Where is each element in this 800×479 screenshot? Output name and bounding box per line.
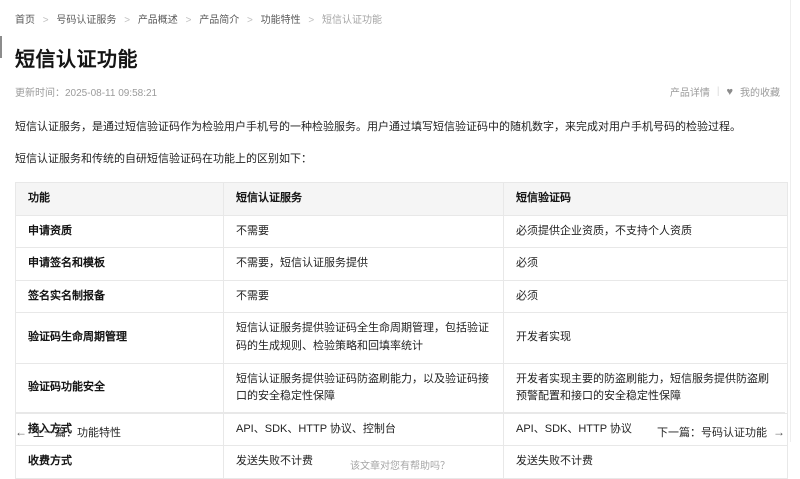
table-header-sms-verification-code: 短信验证码: [504, 183, 788, 216]
table-cell: 短信认证服务提供验证码全生命周期管理，包括验证码的生成规则、检验策略和回填率统计: [224, 313, 504, 363]
breadcrumb: 首页 > 号码认证服务 > 产品概述 > 产品简介 > 功能特性 > 短信认证功…: [15, 8, 785, 26]
product-details-link[interactable]: 产品详情: [670, 84, 710, 99]
table-cell: 短信认证服务提供验证码防盗刷能力，以及验证码接口的安全稳定性保障: [224, 363, 504, 413]
table-row: 申请资质 不需要 必须提供企业资质，不支持个人资质: [16, 215, 788, 248]
table-cell: 验证码功能安全: [16, 363, 224, 413]
feedback-question: 该文章对您有帮助吗？: [15, 457, 785, 472]
next-article-label: 下一篇：号码认证功能: [657, 424, 767, 440]
table-cell: 验证码生命周期管理: [16, 313, 224, 363]
meta-divider: |: [717, 86, 720, 97]
breadcrumb-item-product-overview[interactable]: 产品概述: [138, 15, 178, 26]
table-cell: 必须: [504, 280, 788, 313]
table-header-row: 功能 短信认证服务 短信验证码: [16, 183, 788, 216]
breadcrumb-item-number-auth-service[interactable]: 号码认证服务: [56, 15, 116, 26]
doc-page: 首页 > 号码认证服务 > 产品概述 > 产品简介 > 功能特性 > 短信认证功…: [0, 0, 800, 468]
left-edge-mark: [0, 36, 2, 58]
content-right-divider: [790, 0, 791, 442]
table-cell: 开发者实现主要的防盗刷能力，短信服务提供防盗刷预警配置和接口的安全稳定性保障: [504, 363, 788, 413]
table-cell: 必须: [504, 248, 788, 281]
table-cell: 必须提供企业资质，不支持个人资质: [504, 215, 788, 248]
left-arrow-icon: ←: [15, 425, 27, 439]
updated-time: 更新时间：2025-08-11 09:58:21: [15, 84, 157, 99]
breadcrumb-item-current: 短信认证功能: [322, 15, 382, 26]
table-cell: 不需要，短信认证服务提供: [224, 248, 504, 281]
table-cell: 签名实名制报备: [16, 280, 224, 313]
prev-article-link[interactable]: ← 上一篇：功能特性: [15, 424, 121, 440]
breadcrumb-separator: >: [308, 15, 314, 26]
table-header-sms-auth-service: 短信认证服务: [224, 183, 504, 216]
prev-article-label: 上一篇：功能特性: [33, 424, 121, 440]
breadcrumb-item-home[interactable]: 首页: [15, 15, 35, 26]
favorite-link[interactable]: 我的收藏: [740, 84, 780, 99]
table-row: 签名实名制报备 不需要 必须: [16, 280, 788, 313]
breadcrumb-separator: >: [186, 15, 192, 26]
breadcrumb-separator: >: [247, 15, 253, 26]
table-cell: 不需要: [224, 280, 504, 313]
breadcrumb-item-features[interactable]: 功能特性: [261, 15, 301, 26]
intro-paragraph-1: 短信认证服务，是通过短信验证码作为检验用户手机号的一种检验服务。用户通过填写短信…: [15, 119, 785, 136]
table-row: 申请签名和模板 不需要，短信认证服务提供 必须: [16, 248, 788, 281]
right-arrow-icon: →: [773, 425, 785, 439]
heart-icon[interactable]: ♥: [726, 86, 733, 98]
table-header-feature: 功能: [16, 183, 224, 216]
table-cell: 申请资质: [16, 215, 224, 248]
breadcrumb-item-product-intro[interactable]: 产品简介: [199, 15, 239, 26]
table-row: 验证码生命周期管理 短信认证服务提供验证码全生命周期管理，包括验证码的生成规则、…: [16, 313, 788, 363]
table-cell: 申请签名和模板: [16, 248, 224, 281]
updated-label: 更新时间：: [15, 88, 65, 99]
meta-actions: 产品详情 | ♥ 我的收藏: [670, 84, 785, 99]
breadcrumb-separator: >: [43, 15, 49, 26]
meta-row: 更新时间：2025-08-11 09:58:21 产品详情 | ♥ 我的收藏: [15, 84, 785, 99]
pager: ← 上一篇：功能特性 下一篇：号码认证功能 →: [15, 412, 785, 440]
bottom-section: ← 上一篇：功能特性 下一篇：号码认证功能 → 该文章对您有帮助吗？: [15, 412, 785, 472]
intro-paragraph-2: 短信认证服务和传统的自研短信验证码在功能上的区别如下：: [15, 151, 785, 168]
next-article-link[interactable]: 下一篇：号码认证功能 →: [657, 424, 785, 440]
table-cell: 开发者实现: [504, 313, 788, 363]
table-cell: 不需要: [224, 215, 504, 248]
breadcrumb-separator: >: [124, 15, 130, 26]
page-title: 短信认证功能: [15, 43, 785, 72]
table-row: 验证码功能安全 短信认证服务提供验证码防盗刷能力，以及验证码接口的安全稳定性保障…: [16, 363, 788, 413]
updated-value: 2025-08-11 09:58:21: [65, 88, 157, 99]
